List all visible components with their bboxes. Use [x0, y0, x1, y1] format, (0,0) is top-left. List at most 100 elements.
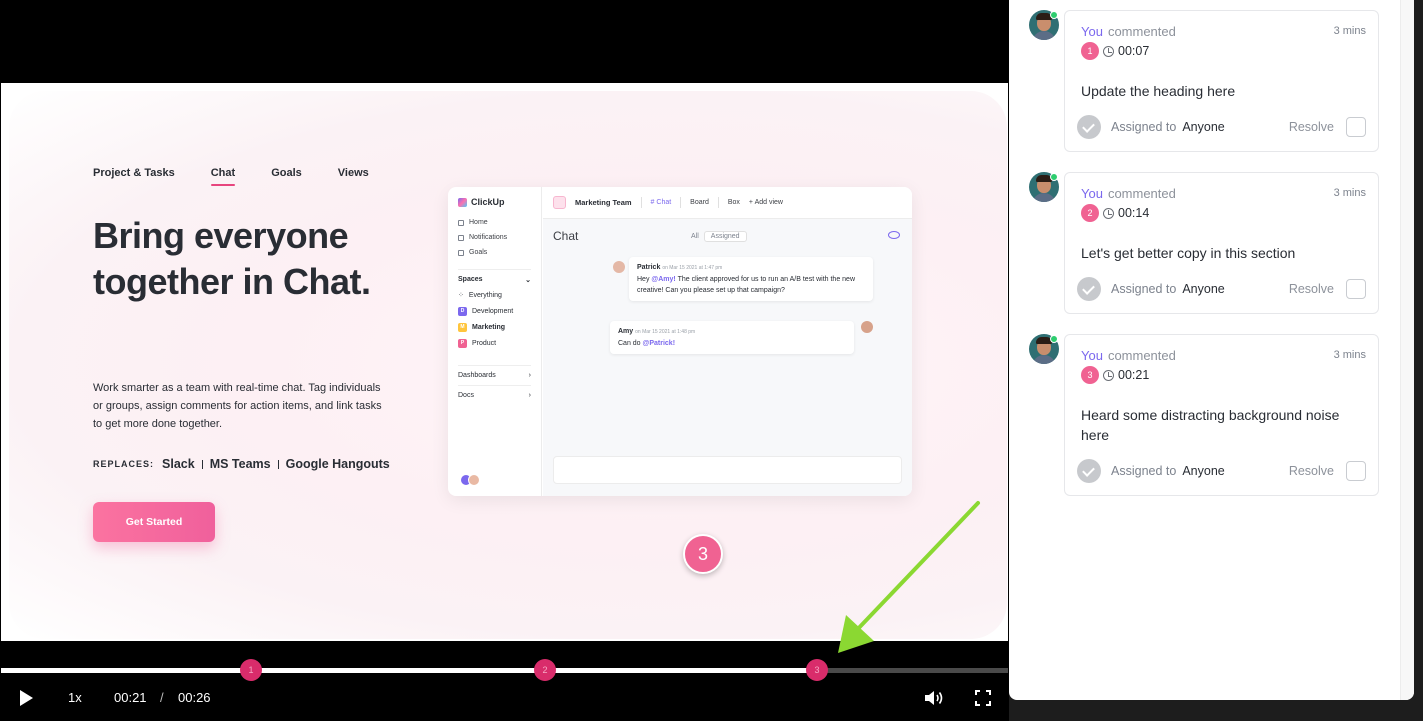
comment-verb: commented: [1107, 186, 1176, 201]
replaces-google-hangouts: Google Hangouts: [285, 457, 390, 471]
comment-number-badge: 3: [1081, 366, 1099, 384]
assigned-label: Assigned to: [1111, 464, 1177, 478]
resolve-label[interactable]: Resolve: [1289, 282, 1334, 296]
mock-filter: All Assigned: [691, 231, 747, 242]
clock-icon: [1103, 207, 1114, 219]
comment-footer: Assigned to Anyone Resolve: [1077, 115, 1366, 139]
comment-author[interactable]: You: [1081, 348, 1103, 363]
replaces-ms-teams: MS Teams: [209, 457, 271, 471]
comment-footer: Assigned to Anyone Resolve: [1077, 277, 1366, 301]
comment-time-ago: 3 mins: [1333, 25, 1366, 37]
assignee[interactable]: Anyone: [1182, 282, 1224, 296]
mock-nav-label: Home: [469, 219, 488, 226]
mock-space-marketing: M Marketing: [458, 319, 531, 335]
comment-footer: Assigned to Anyone Resolve: [1077, 459, 1366, 483]
replaces-row: REPLACES: Slack MS Teams Google Hangouts: [93, 457, 390, 471]
playback-speed-button[interactable]: 1x: [68, 690, 82, 705]
timeline-marker-1[interactable]: 1: [240, 659, 262, 681]
comment-verb: commented: [1107, 24, 1176, 39]
divider: [640, 197, 642, 208]
comment-thread-3: You commented 3 mins 3 00:21 Heard some di…: [1029, 334, 1379, 496]
comment-timestamp: 00:14: [1118, 206, 1150, 220]
assignee[interactable]: Anyone: [1182, 120, 1224, 134]
mock-space-everything: ⁘ Everything: [458, 287, 531, 303]
message-time: on Mar 15 2021 at 1:47 pm: [662, 265, 723, 271]
assign-check-icon[interactable]: [1077, 459, 1101, 483]
comment-card[interactable]: You commented 3 mins 2 00:14 Let's get bet…: [1064, 172, 1379, 314]
eye-icon: [888, 231, 900, 239]
landing-nav-goals: Goals: [271, 167, 302, 179]
comment-timestamp-link[interactable]: 3 00:21: [1081, 366, 1149, 384]
assign-check-icon[interactable]: [1077, 277, 1101, 301]
mock-message: Patrick on Mar 15 2021 at 1:47 pm Hey @A…: [629, 257, 873, 301]
progress-bar[interactable]: [1, 668, 1008, 673]
bell-icon: [458, 234, 464, 241]
comment-card[interactable]: You commented 3 mins 3 00:21 Heard some di…: [1064, 334, 1379, 496]
comment-number-badge: 1: [1081, 42, 1099, 60]
divider: [680, 197, 682, 208]
assign-check-icon[interactable]: [1077, 115, 1101, 139]
mock-filter-assigned: Assigned: [703, 231, 747, 242]
mock-space-product: P Product: [458, 335, 531, 351]
mock-nav-home: Home: [458, 215, 531, 230]
mock-dashboards-label: Dashboards: [458, 372, 496, 379]
mock-filter-all: All: [691, 233, 699, 240]
current-time: 00:21: [114, 690, 147, 705]
assignee[interactable]: Anyone: [1182, 464, 1224, 478]
time-separator: /: [160, 690, 164, 705]
message-text: Can do: [618, 340, 643, 347]
play-button[interactable]: [20, 690, 33, 706]
mock-chat-main: Marketing Team # Chat Board Box + Add vi…: [543, 187, 912, 496]
chevron-down-icon: ⌄: [525, 277, 531, 284]
volume-icon[interactable]: [924, 689, 944, 707]
comment-author[interactable]: You: [1081, 24, 1103, 39]
space-badge: M: [458, 322, 467, 332]
resolve-checkbox[interactable]: [1346, 279, 1366, 299]
mock-docs: Docs ›: [458, 385, 531, 405]
comment-timestamp-link[interactable]: 1 00:07: [1081, 42, 1149, 60]
avatar: [861, 321, 873, 333]
mock-tab-board: Board: [690, 199, 709, 206]
comment-header: You commented: [1081, 24, 1176, 39]
chevron-right-icon: ›: [528, 372, 531, 379]
resolve-checkbox[interactable]: [1346, 461, 1366, 481]
avatar: [468, 474, 480, 486]
mock-team-name: Marketing Team: [575, 198, 632, 207]
mock-nav-goals: Goals: [458, 245, 531, 260]
comment-thread-2: You commented 3 mins 2 00:14 Let's get bet…: [1029, 172, 1379, 314]
comment-header: You commented: [1081, 186, 1176, 201]
mock-sidebar: ClickUp Home Notifications Goals Spaces ⌄…: [448, 187, 542, 496]
comment-pin-3[interactable]: 3: [683, 534, 723, 574]
mock-nav-label: Notifications: [469, 234, 508, 241]
comment-timestamp-link[interactable]: 2 00:14: [1081, 204, 1149, 222]
mock-logo-text: ClickUp: [471, 197, 505, 207]
resolve-checkbox[interactable]: [1346, 117, 1366, 137]
clickup-logo-icon: [458, 197, 467, 207]
panel-scrollbar[interactable]: [1400, 0, 1414, 700]
replaces-slack: Slack: [162, 457, 195, 471]
timeline-marker-3[interactable]: 3: [806, 659, 828, 681]
resolve-label[interactable]: Resolve: [1289, 464, 1334, 478]
mock-user-avatars: [460, 474, 480, 486]
mock-message: Amy on Mar 15 2021 at 1:48 pm Can do @Pa…: [610, 321, 854, 354]
comment-text: Heard some distracting background noise …: [1081, 407, 1340, 443]
space-badge: P: [458, 338, 467, 348]
mock-space-label: Everything: [468, 291, 502, 299]
mock-dashboards: Dashboards ›: [458, 365, 531, 385]
resolve-label[interactable]: Resolve: [1289, 120, 1334, 134]
fullscreen-icon[interactable]: [975, 690, 991, 706]
landing-nav-project-tasks: Project & Tasks: [93, 167, 175, 179]
video-player[interactable]: Project & Tasks Chat Goals Views Bring e…: [0, 0, 1009, 721]
comment-card[interactable]: You commented 3 mins 1 00:07 Update the he…: [1064, 10, 1379, 152]
mock-nav-notifications: Notifications: [458, 230, 531, 245]
mock-space-label: Development: [472, 307, 514, 315]
mock-spaces-header: Spaces ⌄: [458, 269, 531, 287]
mock-logo: ClickUp: [458, 197, 531, 207]
clock-icon: [1103, 45, 1114, 57]
message-author: Patrick: [637, 264, 661, 271]
chevron-right-icon: ›: [528, 392, 531, 399]
comment-text: Update the heading here: [1081, 83, 1236, 99]
comment-author[interactable]: You: [1081, 186, 1103, 201]
comment-time-ago: 3 mins: [1333, 187, 1366, 199]
timeline-marker-2[interactable]: 2: [534, 659, 556, 681]
